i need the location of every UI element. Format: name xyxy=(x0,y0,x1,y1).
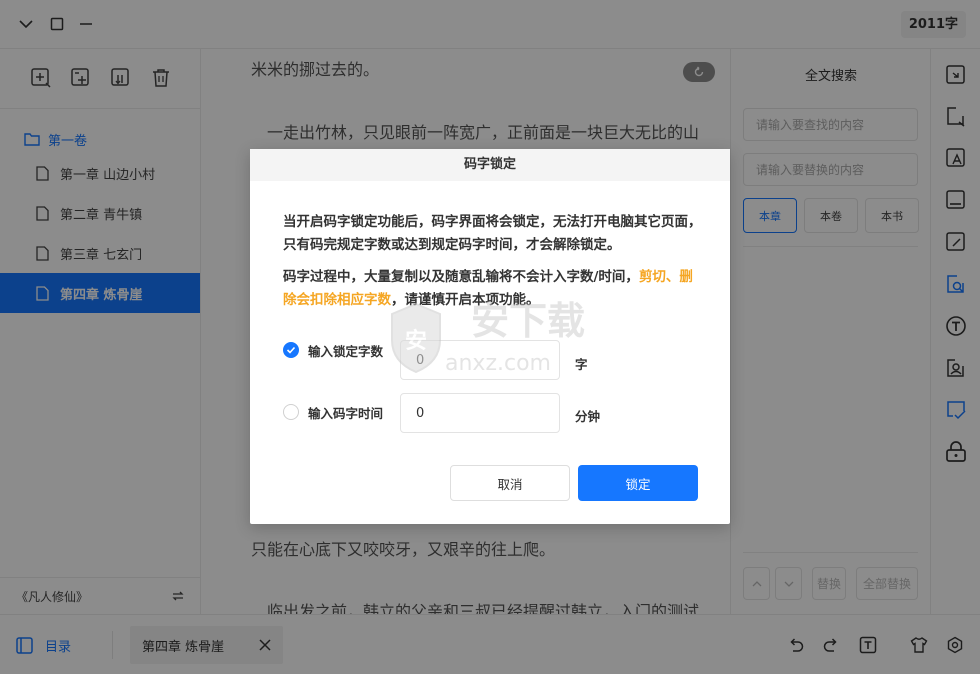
time-unit: 分钟 xyxy=(575,409,601,424)
cancel-button[interactable]: 取消 xyxy=(450,465,570,501)
word-count-radio[interactable] xyxy=(283,342,299,358)
word-count-input[interactable] xyxy=(400,340,560,380)
dialog-title: 码字锁定 xyxy=(250,149,730,181)
warning-suffix: ，请谨慎开启本项功能。 xyxy=(391,292,540,308)
lock-button[interactable]: 锁定 xyxy=(578,465,698,501)
word-count-label: 输入锁定字数 xyxy=(308,344,384,359)
check-icon xyxy=(286,346,296,354)
time-label: 输入码字时间 xyxy=(308,406,384,421)
time-radio[interactable] xyxy=(283,404,299,420)
warning-prefix: 码字过程中，大量复制以及随意乱输将不会计入字数/时间， xyxy=(283,269,639,285)
word-lock-dialog: 码字锁定 当开启码字锁定功能后，码字界面将会锁定，无法打开电脑其它页面，只有码完… xyxy=(250,149,730,524)
time-option: 输入码字时间 xyxy=(283,404,383,421)
time-input[interactable] xyxy=(400,393,560,433)
dialog-warning-text: 码字过程中，大量复制以及随意乱输将不会计入字数/时间，剪切、删除会扣除相应字数，… xyxy=(283,266,703,312)
word-count-unit: 字 xyxy=(575,357,588,372)
word-count-option: 输入锁定字数 xyxy=(283,342,383,359)
dialog-description: 当开启码字锁定功能后，码字界面将会锁定，无法打开电脑其它页面，只有码完规定字数或… xyxy=(283,214,702,253)
